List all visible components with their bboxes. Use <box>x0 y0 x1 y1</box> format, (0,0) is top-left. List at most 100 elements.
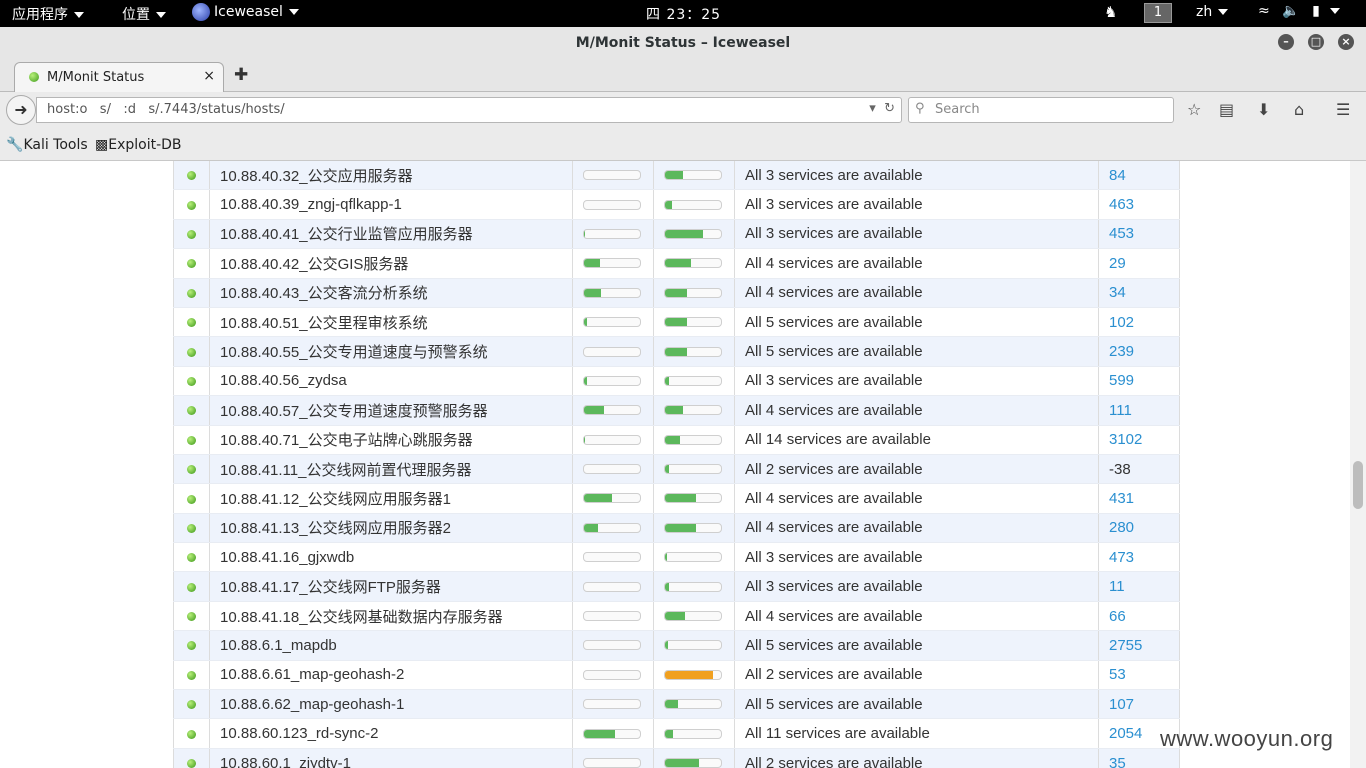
url-bar[interactable]: host:o s/ :d s/.7443/status/hosts/ ▾ ↻ <box>36 97 902 123</box>
memory-usage-fill <box>665 670 714 679</box>
app-menu[interactable]: Iceweasel <box>192 3 299 21</box>
host-name[interactable]: 10.88.40.71_公交电子站牌心跳服务器 <box>209 425 573 455</box>
host-name[interactable]: 10.88.41.16_gjxwdb <box>209 542 573 573</box>
status-dot-icon <box>187 582 196 592</box>
accessibility-icon[interactable]: ♞ <box>1104 3 1117 21</box>
bookmark-exploit-db[interactable]: ▩Exploit-DB <box>95 137 182 153</box>
host-name[interactable]: 10.88.41.12_公交线网应用服务器1 <box>209 483 573 514</box>
clock[interactable]: 四 23：25 <box>646 4 721 24</box>
status-dot-icon <box>187 435 196 445</box>
bookmark-star-icon[interactable]: ☆ <box>1187 100 1201 119</box>
table-row[interactable]: 10.88.6.61_map-geohash-2 All 2 services a… <box>173 660 1180 691</box>
events-link[interactable]: 2755 <box>1098 630 1180 661</box>
table-row[interactable]: 10.88.41.12_公交线网应用服务器1 All 4 services are… <box>173 483 1180 514</box>
home-icon[interactable]: ⌂ <box>1294 100 1304 119</box>
host-name[interactable]: 10.88.40.56_zydsa <box>209 366 573 397</box>
cpu-usage-fill <box>584 435 586 444</box>
events-link[interactable]: 53 <box>1098 660 1180 691</box>
table-row[interactable]: 10.88.60.1_zjydtv-1 All 2 services are av… <box>173 748 1180 768</box>
table-row[interactable]: 10.88.40.41_公交行业监管应用服务器 All 3 services ar… <box>173 219 1180 250</box>
table-row[interactable]: 10.88.41.17_公交线网FTP服务器 All 3 services are… <box>173 571 1180 602</box>
places-menu[interactable]: 位置 <box>122 4 166 24</box>
table-row[interactable]: 10.88.40.71_公交电子站牌心跳服务器 All 14 services a… <box>173 425 1180 455</box>
events-link[interactable]: 107 <box>1098 689 1180 720</box>
host-name[interactable]: 10.88.40.42_公交GIS服务器 <box>209 248 573 279</box>
language-menu[interactable]: zh <box>1196 4 1229 20</box>
host-name[interactable]: 10.88.6.61_map-geohash-2 <box>209 660 573 691</box>
table-row[interactable]: 10.88.41.13_公交线网应用服务器2 All 4 services are… <box>173 513 1180 544</box>
table-row[interactable]: 10.88.40.55_公交专用道速度与预警系统 All 5 services a… <box>173 336 1180 367</box>
status-dot-icon <box>187 759 196 768</box>
events-link[interactable]: 29 <box>1098 248 1180 279</box>
bookmark-kali-tools[interactable]: 🔧Kali Tools <box>6 137 88 153</box>
new-tab-button[interactable]: ✚ <box>234 65 248 85</box>
table-row[interactable]: 10.88.41.11_公交线网前置代理服务器 All 2 services ar… <box>173 454 1180 485</box>
events-link[interactable]: 431 <box>1098 483 1180 514</box>
events-link[interactable]: 280 <box>1098 513 1180 544</box>
reading-list-icon[interactable]: ▤ <box>1219 100 1234 119</box>
close-window-button[interactable]: × <box>1338 34 1354 50</box>
close-tab-button[interactable]: × <box>203 68 215 84</box>
table-row[interactable]: 10.88.6.1_mapdb All 5 services are availa… <box>173 630 1180 661</box>
table-row[interactable]: 10.88.40.57_公交专用道速度预警服务器 All 4 services a… <box>173 395 1180 426</box>
minimize-button[interactable]: – <box>1278 34 1294 50</box>
back-button[interactable]: ➜ <box>6 95 36 125</box>
dropdown-arrow-icon[interactable]: ▾ <box>869 101 876 116</box>
events-link[interactable]: 84 <box>1098 161 1180 191</box>
host-name[interactable]: 10.88.41.17_公交线网FTP服务器 <box>209 571 573 602</box>
host-name[interactable]: 10.88.6.1_mapdb <box>209 630 573 661</box>
vertical-scrollbar[interactable] <box>1350 161 1366 768</box>
host-name[interactable]: 10.88.41.13_公交线网应用服务器2 <box>209 513 573 544</box>
memory-cell <box>653 454 735 485</box>
host-name[interactable]: 10.88.41.11_公交线网前置代理服务器 <box>209 454 573 485</box>
reload-icon[interactable]: ↻ <box>884 101 895 116</box>
events-link[interactable]: 3102 <box>1098 425 1180 455</box>
cpu-usage-bar <box>583 611 641 622</box>
host-name[interactable]: 10.88.40.51_公交里程审核系统 <box>209 307 573 338</box>
host-name[interactable]: 10.88.60.1_zjydtv-1 <box>209 748 573 768</box>
maximize-button[interactable]: □ <box>1308 34 1324 50</box>
menu-icon[interactable]: ☰ <box>1336 100 1350 119</box>
events-link[interactable]: 473 <box>1098 542 1180 573</box>
table-row[interactable]: 10.88.40.42_公交GIS服务器 All 4 services are a… <box>173 248 1180 279</box>
events-link[interactable]: 111 <box>1098 395 1180 426</box>
table-row[interactable]: 10.88.41.18_公交线网基础数据内存服务器 All 4 services … <box>173 601 1180 632</box>
events-link[interactable]: 453 <box>1098 219 1180 250</box>
table-row[interactable]: 10.88.40.32_公交应用服务器 All 3 services are av… <box>173 161 1180 191</box>
table-row[interactable]: 10.88.60.123_rd-sync-2 All 11 services ar… <box>173 718 1180 749</box>
host-name[interactable]: 10.88.41.18_公交线网基础数据内存服务器 <box>209 601 573 632</box>
memory-usage-fill <box>665 612 685 621</box>
places-label: 位置 <box>122 7 150 23</box>
search-input[interactable]: ⚲ Search <box>908 97 1174 123</box>
download-icon[interactable]: ⬇ <box>1257 100 1270 119</box>
applications-label: 应用程序 <box>12 7 68 23</box>
host-name[interactable]: 10.88.40.57_公交专用道速度预警服务器 <box>209 395 573 426</box>
tab-mmonit-status[interactable]: M/Monit Status × <box>14 62 224 92</box>
events-link[interactable]: 599 <box>1098 366 1180 397</box>
host-name[interactable]: 10.88.40.55_公交专用道速度与预警系统 <box>209 336 573 367</box>
events-link[interactable]: 34 <box>1098 278 1180 308</box>
host-name[interactable]: 10.88.60.123_rd-sync-2 <box>209 718 573 749</box>
events-link[interactable]: 102 <box>1098 307 1180 338</box>
host-name[interactable]: 10.88.40.32_公交应用服务器 <box>209 161 573 191</box>
workspace-indicator[interactable]: 1 <box>1144 3 1172 23</box>
applications-menu[interactable]: 应用程序 <box>12 4 84 24</box>
system-menu[interactable]: ≈ 🔈 ▮ <box>1258 3 1341 19</box>
table-row[interactable]: 10.88.41.16_gjxwdb All 3 services are ava… <box>173 542 1180 573</box>
table-row[interactable]: 10.88.40.51_公交里程审核系统 All 5 services are a… <box>173 307 1180 338</box>
host-name[interactable]: 10.88.40.41_公交行业监管应用服务器 <box>209 219 573 250</box>
scrollbar-thumb[interactable] <box>1353 461 1363 509</box>
cpu-cell <box>572 248 654 279</box>
events-link[interactable]: 463 <box>1098 189 1180 220</box>
table-row[interactable]: 10.88.40.39_zngj-qflkapp-1 All 3 services… <box>173 189 1180 220</box>
table-row[interactable]: 10.88.40.43_公交客流分析系统 All 4 services are a… <box>173 278 1180 308</box>
events-link[interactable]: 66 <box>1098 601 1180 632</box>
status-cell <box>173 189 210 220</box>
host-name[interactable]: 10.88.6.62_map-geohash-1 <box>209 689 573 720</box>
table-row[interactable]: 10.88.6.62_map-geohash-1 All 5 services a… <box>173 689 1180 720</box>
events-link[interactable]: 11 <box>1098 571 1180 602</box>
host-name[interactable]: 10.88.40.43_公交客流分析系统 <box>209 278 573 308</box>
table-row[interactable]: 10.88.40.56_zydsa All 3 services are avai… <box>173 366 1180 397</box>
events-link[interactable]: 239 <box>1098 336 1180 367</box>
host-name[interactable]: 10.88.40.39_zngj-qflkapp-1 <box>209 189 573 220</box>
